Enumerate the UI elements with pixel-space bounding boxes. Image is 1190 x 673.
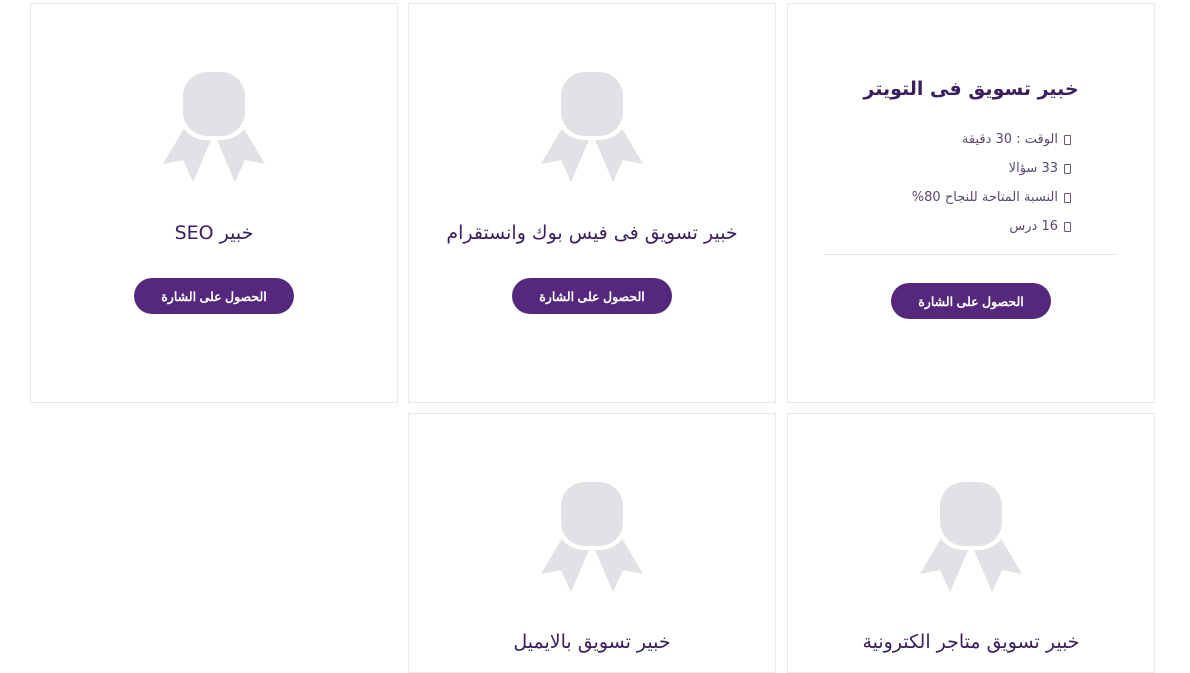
detail-time: الوقت : 30 دقيقة <box>912 125 1071 154</box>
card-title: خبير تسويق فى فيس بوك وانستقرام <box>446 222 738 244</box>
card-title: خبير تسويق فى التويتر <box>863 78 1079 100</box>
badge-card-email: خبير تسويق بالايميل <box>408 413 776 673</box>
bullet-icon <box>1064 134 1071 145</box>
ribbon-badge-icon <box>916 478 1026 598</box>
card-details-list: الوقت : 30 دقيقة 33 سؤالا النسبة المتاحة… <box>912 125 1071 241</box>
card-title: خبير تسويق متاجر الكترونية <box>862 631 1080 653</box>
bullet-icon <box>1064 163 1071 174</box>
ribbon-badge-icon <box>537 478 647 598</box>
badge-card-facebook-instagram: خبير تسويق فى فيس بوك وانستقرام الحصول ع… <box>408 3 776 403</box>
get-badge-button[interactable]: الحصول على الشارة <box>512 278 672 314</box>
get-badge-button[interactable]: الحصول على الشارة <box>891 283 1051 319</box>
get-badge-button[interactable]: الحصول على الشارة <box>134 278 294 314</box>
card-title: خبير تسويق بالايميل <box>513 631 671 653</box>
detail-questions: 33 سؤالا <box>912 154 1071 183</box>
ribbon-badge-icon <box>159 68 269 188</box>
detail-lessons: 16 درس <box>912 212 1071 241</box>
badge-card-seo: خبير SEO الحصول على الشارة <box>30 3 398 403</box>
divider <box>825 254 1117 255</box>
badge-card-ecommerce: خبير تسويق متاجر الكترونية <box>787 413 1155 673</box>
detail-pass-rate: النسبة المتاحة للنجاح 80% <box>912 183 1071 212</box>
bullet-icon <box>1064 221 1071 232</box>
badge-card-twitter: خبير تسويق فى التويتر الوقت : 30 دقيقة 3… <box>787 3 1155 403</box>
bullet-icon <box>1064 192 1071 203</box>
card-title: خبير SEO <box>174 222 254 244</box>
ribbon-badge-icon <box>537 68 647 188</box>
